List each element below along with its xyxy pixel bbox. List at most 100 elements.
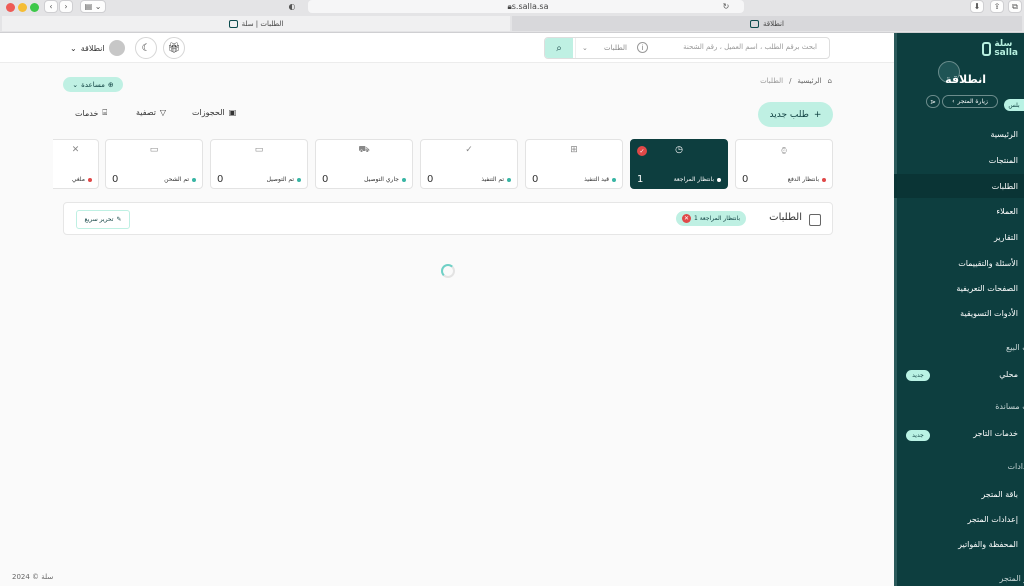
address-bar[interactable]: 🔒︎ s.salla.sa <box>308 0 744 13</box>
status-dot <box>717 177 721 182</box>
privacy-shield-icon[interactable]: ◐ <box>286 0 298 13</box>
remove-filter-icon[interactable]: ✕ <box>681 214 691 223</box>
status-count: 0 <box>532 174 539 185</box>
status-dot <box>192 177 196 182</box>
reservations-button[interactable]: ▣ الحجوزات <box>192 108 236 117</box>
tab-orders-label: الطلبات | سلة <box>241 19 284 28</box>
chevron-down-icon: ⌄ <box>70 43 77 53</box>
status-card-in-progress[interactable]: ⊞ قيد التنفيذ 0 <box>525 139 623 189</box>
support-icon: ⊕ <box>107 80 114 89</box>
sidebar-item-reports[interactable]: التقارير <box>994 233 1018 242</box>
new-badge: جديد <box>906 370 930 381</box>
sidebar-item-home[interactable]: الرئيسية <box>990 130 1018 139</box>
download-button[interactable]: ⬇ <box>970 0 984 13</box>
search-icon[interactable]: ⌕ <box>545 38 573 58</box>
sidebar-item-orders[interactable]: الطلبات <box>894 174 1024 198</box>
sidebar-item-customers[interactable]: العملاء <box>996 207 1018 216</box>
salla-tab-icon <box>228 19 238 28</box>
search-bar[interactable]: ⌕ الطلبات ⌄ i ابحث برقم الطلب ، اسم العم… <box>544 37 830 59</box>
section-support-tools: ات مساندة <box>995 402 1024 411</box>
sidebar-item-marketing[interactable]: الأدوات التسويقية <box>960 309 1018 318</box>
quick-edit-button[interactable]: ✎ تحرير سريع <box>76 210 130 229</box>
order-status-cards: ⌚︎ بانتظار الدفع 0 ✓ ◷ بانتظار المراجعة … <box>53 139 833 189</box>
briefcase-icon: ⌸ <box>102 108 108 117</box>
maximize-window-dot[interactable] <box>30 3 39 12</box>
minimize-window-dot[interactable] <box>18 3 27 12</box>
filter-button[interactable]: ▽ تصفية <box>136 108 166 117</box>
visit-store-button[interactable]: زيارة المتجر › <box>942 95 998 108</box>
breadcrumb-separator: / <box>789 77 792 85</box>
status-card-awaiting-payment[interactable]: ⌚︎ بانتظار الدفع 0 <box>735 139 833 189</box>
logo-en: salla <box>994 48 1018 58</box>
sidebar-item-orders-label: الطلبات <box>991 181 1018 191</box>
truck-icon: ⛟ <box>358 145 370 155</box>
select-all-checkbox[interactable] <box>809 214 821 226</box>
box-icon: ▭ <box>149 145 159 155</box>
sidebar-item-merchant-services[interactable]: خدمات التاجر <box>973 429 1018 438</box>
status-dot <box>507 177 511 182</box>
sidebar-item-questions-reviews[interactable]: الأسئلة والتقييمات <box>958 259 1018 268</box>
salla-logo[interactable]: سلة salla <box>982 37 1018 61</box>
status-card-cancelled[interactable]: ✕ ملغي <box>53 139 99 189</box>
back-button[interactable]: ‹ <box>44 0 58 13</box>
status-count: 0 <box>322 174 329 185</box>
status-card-awaiting-review[interactable]: ✓ ◷ بانتظار المراجعة 1 <box>630 139 728 189</box>
status-card-delivered[interactable]: ▭ تم التوصيل 0 <box>210 139 308 189</box>
active-filter-chip[interactable]: بانتظار المراجعة 1 ✕ <box>675 211 746 226</box>
sidebar-divider <box>894 33 897 586</box>
browser-chrome: ‹ › ▤ ⌄ ◐ 🔒︎ s.salla.sa ↻ ⬇ ⇪ ⧉ الطلبات … <box>0 0 1024 33</box>
sidebar-toggle-button[interactable]: ▤ ⌄ <box>80 0 106 13</box>
forward-button[interactable]: › <box>59 0 73 13</box>
search-input[interactable]: ابحث برقم الطلب ، اسم العميل ، رقم الشحن… <box>683 43 817 51</box>
filter-label: تصفية <box>136 108 156 117</box>
sidebar-item-store-plan[interactable]: باقة المتجر <box>981 490 1018 499</box>
top-header: ⌕ الطلبات ⌄ i ابحث برقم الطلب ، اسم العم… <box>0 33 894 63</box>
status-label: تم التوصيل <box>266 176 294 183</box>
status-count: 1 <box>637 174 644 185</box>
status-label: تم التنفيذ <box>481 176 504 183</box>
status-dot <box>612 177 616 182</box>
home-icon[interactable]: ⌂ <box>828 77 832 85</box>
tab-inطلاقة[interactable]: انطلاقة <box>512 16 1022 31</box>
check-icon: ✓ <box>465 145 473 155</box>
services-button[interactable]: ⌸ خدمات <box>75 108 107 118</box>
breadcrumb-home[interactable]: الرئيسية <box>797 77 821 85</box>
status-card-shipped[interactable]: ▭ تم الشحن 0 <box>105 139 203 189</box>
user-name: انطلاقة <box>80 43 105 53</box>
tab-orders[interactable]: الطلبات | سلة <box>2 16 510 31</box>
orders-title: الطلبات <box>769 212 802 223</box>
new-order-button[interactable]: + طلب جديد <box>758 102 833 127</box>
status-count: 0 <box>112 174 119 185</box>
share-icon[interactable]: ⋖ <box>926 95 940 108</box>
new-badge: جديد <box>906 430 930 441</box>
sidebar-item-store-settings[interactable]: إعدادات المتجر <box>967 515 1018 524</box>
help-label: مساعدة <box>81 80 105 89</box>
clock-icon: ◷ <box>675 145 683 155</box>
filter-icon: ▽ <box>159 108 167 117</box>
user-menu[interactable]: ⌄ انطلاقة <box>70 40 125 56</box>
dark-mode-moon-icon[interactable]: ☾ <box>135 37 157 59</box>
status-label: تم الشحن <box>164 176 189 183</box>
info-icon[interactable]: i <box>637 42 648 53</box>
sidebar-item-local[interactable]: محلي <box>999 370 1018 379</box>
gift-icon: ⊞ <box>570 145 578 155</box>
share-button[interactable]: ⇪ <box>990 0 1004 13</box>
gift-icon[interactable]: 🎁︎ <box>163 37 185 59</box>
tabs-overview-button[interactable]: ⧉ <box>1008 0 1022 13</box>
reservations-label: الحجوزات <box>192 108 225 117</box>
search-scope-select[interactable]: الطلبات ⌄ <box>575 38 633 58</box>
close-window-dot[interactable] <box>6 3 15 12</box>
help-button[interactable]: ⌄ مساعدة ⊕ <box>63 77 123 92</box>
main-content: ⌕ الطلبات ⌄ i ابحث برقم الطلب ، اسم العم… <box>0 33 894 586</box>
sidebar: سلة salla انطلاقة بلس زيارة المتجر › ⋖ ال… <box>894 33 1024 586</box>
status-card-completed[interactable]: ✓ تم التنفيذ 0 <box>420 139 518 189</box>
breadcrumb: ⌂ الرئيسية / الطلبات <box>760 77 832 85</box>
quick-edit-label: تحرير سريع <box>84 216 114 223</box>
tab-store-label: انطلاقة <box>763 19 784 28</box>
sidebar-item-wallet-invoices[interactable]: المحفظة والفواتير <box>958 540 1018 549</box>
status-card-delivering[interactable]: ⛟ جاري التوصيل 0 <box>315 139 413 189</box>
sidebar-item-pages[interactable]: الصفحات التعريفية <box>956 284 1018 293</box>
status-label: بانتظار المراجعة <box>673 176 714 183</box>
sidebar-item-products[interactable]: المنتجات <box>989 156 1018 165</box>
reload-icon[interactable]: ↻ <box>720 0 732 13</box>
